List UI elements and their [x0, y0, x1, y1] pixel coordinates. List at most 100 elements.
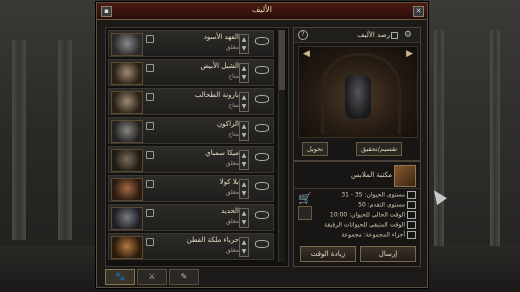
pet-list-row[interactable]: الفهد الأسود مغلق ▲ ▼ [108, 30, 274, 57]
pet-list-row[interactable]: الراكون متاح ▲ ▼ [108, 117, 274, 144]
lock-icon [146, 64, 154, 72]
pet-list-row[interactable]: بلا كولا مغلق ▲ ▼ [108, 175, 274, 202]
tab-edit[interactable]: ✎ [169, 269, 199, 285]
pet-state: مغلق [225, 247, 239, 254]
pet-name: ميكا سمباي [205, 149, 239, 157]
stone-pillar [490, 30, 500, 260]
cart-icon[interactable]: 🛒 [298, 192, 312, 205]
pet-list-row[interactable]: حرباء ملكة القطن مغلق ▲ ▼ [108, 233, 274, 260]
pet-state: مغلق [225, 44, 239, 51]
stat-line: مستوى التقدم: 50 [358, 201, 416, 210]
pet-portrait [394, 165, 416, 187]
pet-list: الفهد الأسود مغلق ▲ ▼ الشبل الأبيض متاح ▲… [105, 27, 289, 267]
lock-icon [146, 122, 154, 130]
wardrobe-label: مكتبة الملابس [351, 171, 392, 179]
stat-icon [407, 231, 416, 239]
pet-thumbnail [111, 178, 143, 201]
eye-icon[interactable] [255, 95, 269, 103]
pet-name: بارونة الطحالب [194, 91, 239, 99]
order-stepper[interactable]: ▲ ▼ [239, 237, 249, 257]
order-stepper[interactable]: ▲ ▼ [239, 92, 249, 112]
change-button[interactable]: تحويل [302, 142, 329, 156]
stat-line: مستوى الحيوان: 35 - 31 [341, 191, 416, 200]
tab-equipment[interactable]: ⚔ [137, 269, 167, 285]
pet-name: الشبل الأبيض [200, 62, 239, 70]
pet-thumbnail [111, 207, 143, 230]
pet-thumbnail [111, 236, 143, 259]
order-stepper[interactable]: ▲ ▼ [239, 179, 249, 199]
send-button[interactable]: إرسال [360, 246, 416, 262]
pet-name: الفهد الأسود [203, 33, 239, 41]
gear-icon[interactable]: ⚙ [404, 30, 412, 40]
eye-icon[interactable] [255, 211, 269, 219]
stat-icon [407, 191, 416, 199]
stone-pillar [12, 40, 26, 240]
eye-icon[interactable] [255, 182, 269, 190]
stone-pillar [434, 30, 444, 260]
pet-info-panel: مكتبة الملابس 🛒 مستوى الحيوان: 35 - 31 م… [293, 161, 421, 267]
pet-thumbnail [111, 120, 143, 143]
pet-state: متاح [228, 73, 239, 80]
rotate-left-icon[interactable]: ◀ [303, 49, 310, 59]
eye-icon[interactable] [255, 66, 269, 74]
stat-icon [407, 201, 416, 209]
list-scrollbar[interactable] [278, 30, 285, 262]
lock-icon [146, 151, 154, 159]
pet-list-row[interactable]: بارونة الطحالب متاح ▲ ▼ [108, 88, 274, 115]
eye-icon[interactable] [255, 240, 269, 248]
lock-icon [146, 209, 154, 217]
stat-line: الوقت المتبقي للحيوانات الرفيقة [324, 221, 416, 230]
pet-detail-panel: ? ⚙ رصد الأليف ◀ ▶ تحويل تقسيم/تحقيق [293, 27, 421, 161]
pet-thumbnail [111, 33, 143, 56]
order-stepper[interactable]: ▲ ▼ [239, 121, 249, 141]
order-stepper[interactable]: ▲ ▼ [239, 34, 249, 54]
pet-state: مغلق [225, 189, 239, 196]
pet-state: متاح [228, 131, 239, 138]
info-header: مكتبة الملابس [294, 162, 420, 189]
pet-state: مغلق [225, 160, 239, 167]
tab-pets[interactable]: 🐾 [105, 269, 135, 285]
lock-icon [146, 93, 154, 101]
extend-time-button[interactable]: زيادة الوقت [300, 246, 356, 262]
stat-icon [407, 211, 416, 219]
checkbox[interactable] [391, 32, 398, 39]
help-icon[interactable]: ? [298, 30, 308, 40]
pet-thumbnail [111, 62, 143, 85]
pet-list-row[interactable]: الشبل الأبيض متاح ▲ ▼ [108, 59, 274, 86]
pet-state: متاح [228, 102, 239, 109]
lock-icon [146, 35, 154, 43]
detail-header: ? ⚙ رصد الأليف [294, 28, 420, 43]
scrollbar-thumb[interactable] [279, 30, 285, 90]
eye-icon[interactable] [255, 37, 269, 45]
eye-icon[interactable] [255, 153, 269, 161]
order-stepper[interactable]: ▲ ▼ [239, 150, 249, 170]
detail-title: رصد الأليف [357, 31, 390, 39]
rotate-right-icon[interactable]: ▶ [406, 49, 413, 59]
pet-thumbnail [111, 149, 143, 172]
customize-button[interactable]: تقسيم/تحقيق [356, 142, 403, 156]
window-titlebar[interactable]: ▪ الأليف ✕ [97, 3, 427, 20]
window-title: الأليف [252, 5, 272, 14]
stat-line: الوقت الحالي للحيوان: 10:00 [330, 211, 416, 220]
window-close-button[interactable]: ✕ [413, 6, 424, 17]
order-stepper[interactable]: ▲ ▼ [239, 63, 249, 83]
order-stepper[interactable]: ▲ ▼ [239, 208, 249, 228]
lock-icon [146, 238, 154, 246]
pet-thumbnail [111, 91, 143, 114]
pet-list-row[interactable]: الحديد مغلق ▲ ▼ [108, 204, 274, 231]
eye-icon[interactable] [255, 124, 269, 132]
pet-name: الراكون [217, 120, 239, 128]
pet-state: مغلق [225, 218, 239, 225]
lock-icon [146, 180, 154, 188]
pet-preview: ◀ ▶ [298, 46, 418, 138]
stone-pillar [58, 40, 72, 240]
pet-name: الحديد [221, 207, 239, 215]
pet-model [345, 75, 371, 119]
item-slot[interactable] [298, 206, 312, 220]
pet-name: بلا كولا [219, 178, 239, 186]
pet-name: حرباء ملكة القطن [186, 236, 239, 244]
stat-line: أجزاء المجموعة: مجموعة [341, 231, 416, 240]
pet-window: ▪ الأليف ✕ الفهد الأسود مغلق ▲ ▼ الشبل ال… [96, 2, 428, 288]
stat-icon [407, 221, 416, 229]
pet-list-row[interactable]: ميكا سمباي مغلق ▲ ▼ [108, 146, 274, 173]
